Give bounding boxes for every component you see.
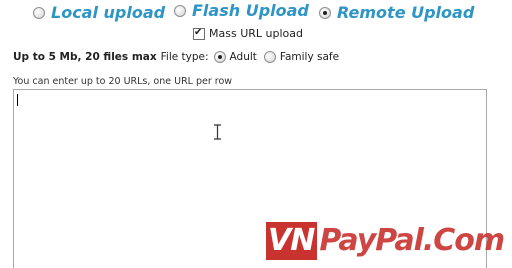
file-type-adult-label[interactable]: Adult [230, 51, 257, 63]
file-type-adult-radio[interactable] [213, 51, 226, 63]
mass-url-checkbox[interactable]: ✔ [193, 26, 205, 40]
local-upload-label[interactable]: Local upload [51, 3, 165, 22]
checkmark-icon: ✔ [194, 26, 203, 38]
file-type-label: File type: [160, 51, 209, 63]
file-type-family-safe-label[interactable]: Family safe [280, 51, 339, 63]
local-upload-option[interactable]: Local upload [33, 3, 165, 22]
text-caret [17, 94, 18, 106]
watermark-logo: VN PayPal.Com [266, 222, 505, 260]
local-upload-radio[interactable] [33, 6, 45, 19]
watermark-text: PayPal.Com [319, 223, 505, 258]
mass-url-option[interactable]: ✔ Mass URL upload [193, 27, 303, 40]
remote-upload-option[interactable]: Remote Upload [319, 3, 474, 22]
remote-upload-label[interactable]: Remote Upload [337, 3, 474, 22]
upload-options-row: Up to 5 Mb, 20 files max File type: Adul… [13, 51, 346, 63]
file-type-family-safe-radio[interactable] [263, 51, 276, 63]
flash-upload-label[interactable]: Flash Upload [192, 1, 309, 20]
file-type-adult-option[interactable]: Adult [213, 51, 257, 63]
mass-url-label[interactable]: Mass URL upload [209, 27, 303, 40]
text-cursor-icon [214, 124, 221, 140]
watermark-prefix: VN [266, 222, 318, 260]
url-input-hint: You can enter up to 20 URLs, one URL per… [13, 76, 233, 87]
file-type-family-safe-option[interactable]: Family safe [263, 51, 339, 63]
flash-upload-option[interactable]: Flash Upload [174, 1, 309, 20]
remote-upload-page: Local upload Flash Upload Remote Upload … [0, 0, 512, 268]
flash-upload-radio[interactable] [174, 4, 186, 17]
remote-upload-radio[interactable] [319, 6, 331, 19]
upload-limits-text: Up to 5 Mb, 20 files max [13, 51, 157, 63]
